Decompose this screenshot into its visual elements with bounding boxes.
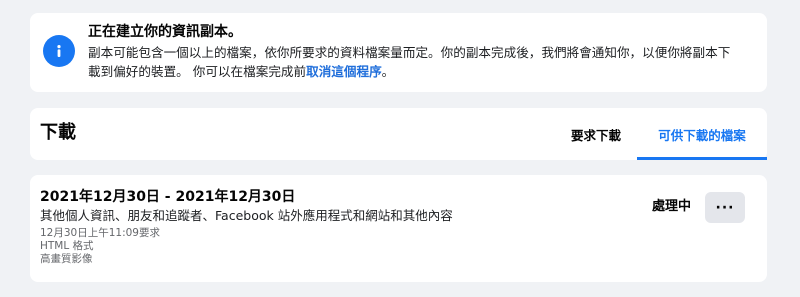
download-contents: 其他個人資訊、朋友和追蹤者、Facebook 站外應用程式和網站和其他內容 — [40, 208, 453, 223]
downloads-header-card: 下載 要求下載 可供下載的檔案 — [30, 108, 767, 160]
download-format: HTML 格式 — [40, 240, 94, 252]
tab-available-files-label: 可供下載的檔案 — [658, 127, 746, 143]
tab-request-download-label: 要求下載 — [570, 127, 621, 143]
info-icon — [43, 35, 75, 67]
tab-request-download[interactable]: 要求下載 — [557, 108, 635, 160]
more-options-button[interactable]: ··· — [705, 192, 745, 223]
notice-body-end: 。 — [381, 64, 395, 79]
notice-body-line2: 載到偏好的裝置。 你可以在檔案完成前 — [88, 64, 307, 79]
notice-body: 副本可能包含一個以上的檔案，依你所要求的資料檔案量而定。你的副本完成後，我們將會… — [88, 43, 758, 81]
download-requested-time: 12月30日上午11:09要求 — [40, 227, 160, 239]
active-tab-indicator — [637, 157, 767, 160]
download-date-range: 2021年12月30日 - 2021年12月30日 — [40, 189, 296, 205]
notice-body-line1: 副本可能包含一個以上的檔案，依你所要求的資料檔案量而定。你的副本完成後，我們將會… — [88, 45, 731, 60]
notice-title: 正在建立你的資訊副本。 — [88, 24, 242, 40]
status-processing: 處理中 — [652, 199, 692, 214]
info-notice-card: 正在建立你的資訊副本。 副本可能包含一個以上的檔案，依你所要求的資料檔案量而定。… — [30, 13, 767, 92]
downloads-heading: 下載 — [40, 122, 76, 143]
download-item-card: 2021年12月30日 - 2021年12月30日 其他個人資訊、朋友和追蹤者、… — [30, 175, 767, 282]
tab-available-files[interactable]: 可供下載的檔案 — [637, 108, 767, 160]
more-icon: ··· — [715, 199, 735, 216]
cancel-process-link[interactable]: 取消這個程序 — [306, 64, 382, 79]
download-media-quality: 高畫質影像 — [40, 253, 93, 265]
